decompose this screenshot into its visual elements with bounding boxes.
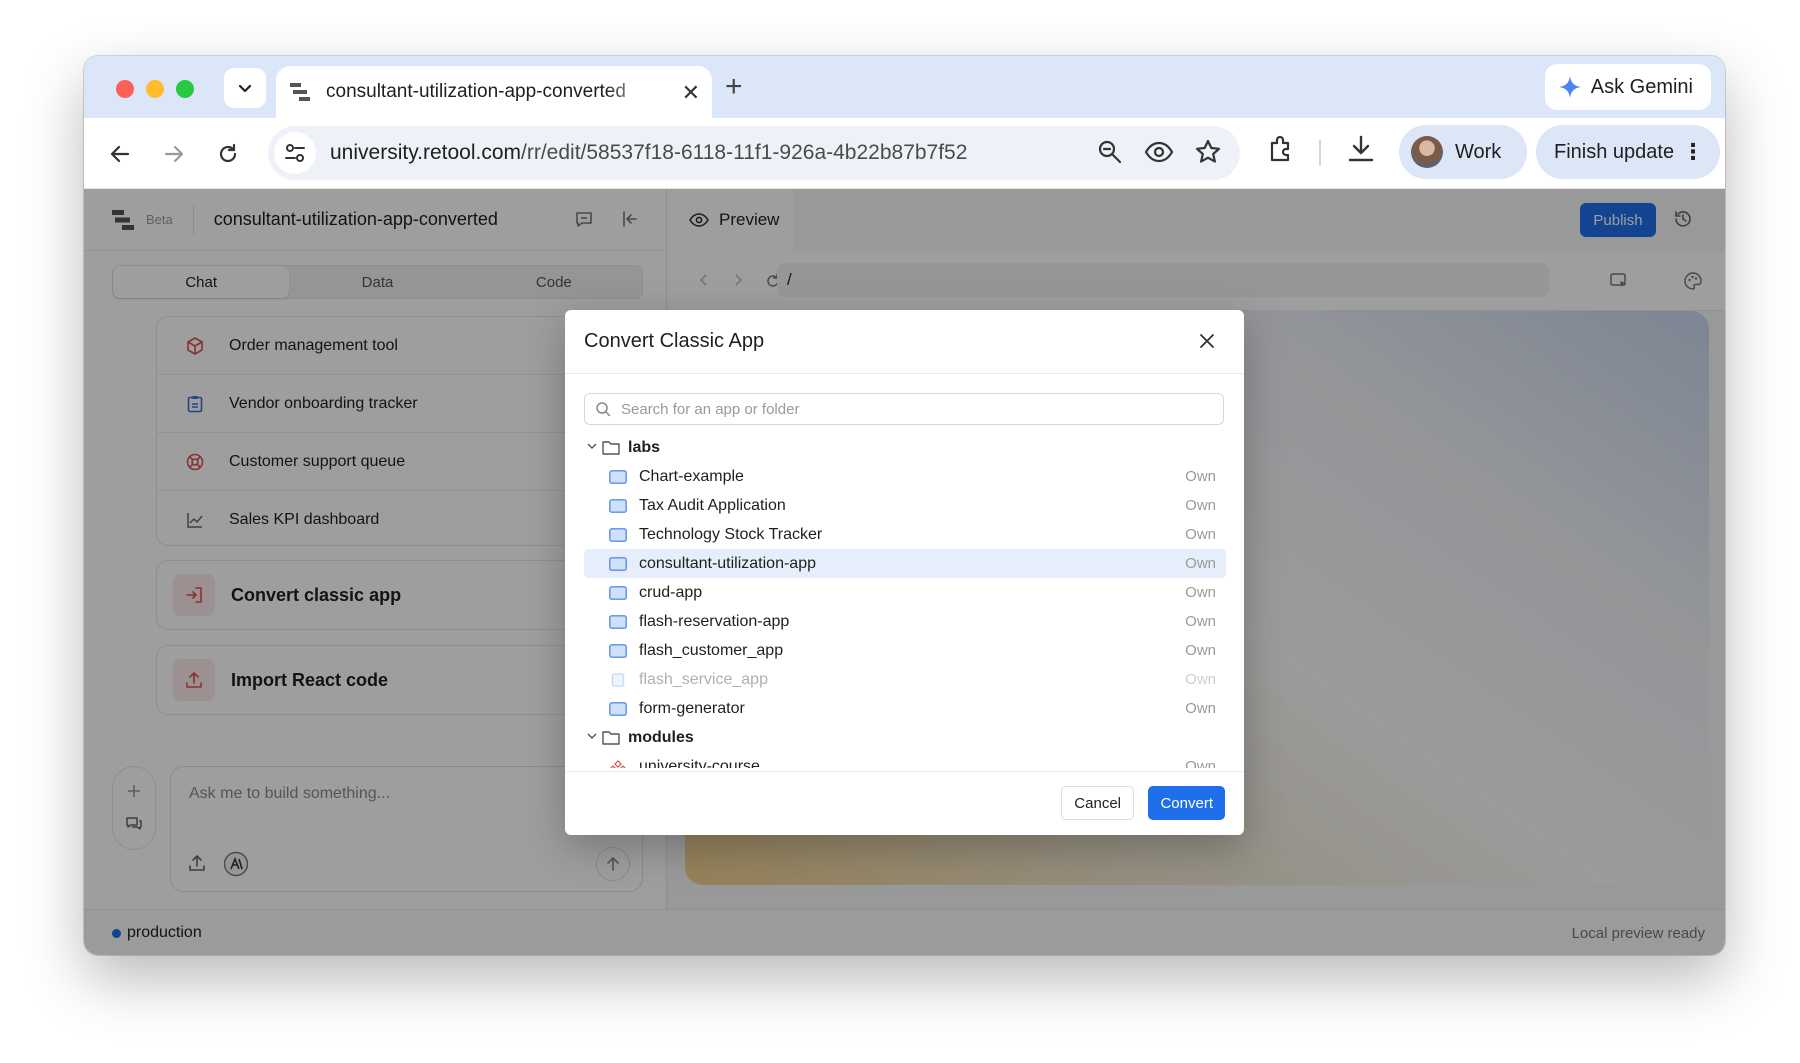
address-bar[interactable]: university.retool.com/rr/edit/58537f18-6… [268, 126, 1240, 180]
app-row-consultant-utilization-app[interactable]: consultant-utilization-app Own [584, 549, 1226, 578]
download-icon[interactable] [1346, 134, 1376, 164]
tab-strip: consultant-utilization-app-converted ✕ +… [84, 56, 1725, 118]
app-row-flash-service-app: flash_service_app Own [584, 665, 1226, 694]
app-row-university-course[interactable]: university-course Own [584, 752, 1226, 768]
avatar [1411, 136, 1443, 168]
ask-gemini-label: Ask Gemini [1590, 75, 1693, 98]
module-icon [609, 759, 627, 768]
app-row-flash-reservation-app[interactable]: flash-reservation-app Own [584, 607, 1226, 636]
gemini-sparkle-icon [1558, 76, 1581, 98]
ask-gemini-button[interactable]: Ask Gemini [1544, 64, 1711, 110]
permission-label: Own [1185, 758, 1216, 768]
folder-icon [602, 731, 620, 745]
back-button[interactable] [102, 136, 138, 172]
app-name: university-course [639, 757, 760, 769]
reload-icon [219, 143, 237, 163]
app-name: Technology Stock Tracker [639, 525, 823, 543]
permission-label: Own [1185, 526, 1216, 543]
minimize-window-button[interactable] [146, 80, 164, 98]
app-row-chart-example[interactable]: Chart-example Own [584, 462, 1226, 491]
app-icon [609, 585, 627, 600]
finish-update-button[interactable]: Finish update ⋮ [1536, 125, 1720, 179]
permission-label: Own [1185, 613, 1216, 630]
finish-update-label: Finish update [1554, 140, 1675, 163]
modal-footer: Cancel Convert [565, 771, 1244, 835]
app-name: Chart-example [639, 467, 744, 485]
app-row-flash-customer-app[interactable]: flash_customer_app Own [584, 636, 1226, 665]
folder-labs[interactable]: labs [584, 433, 1226, 462]
app-icon [609, 469, 627, 484]
url-path: /rr/edit/58537f18-6118-11f1-926a-4b22b87… [521, 141, 968, 164]
browser-tab[interactable]: consultant-utilization-app-converted ✕ [276, 66, 712, 118]
browser-toolbar: university.retool.com/rr/edit/58537f18-6… [84, 118, 1725, 189]
reload-button[interactable] [210, 136, 246, 172]
permission-label: Own [1185, 584, 1216, 601]
tab-search-button[interactable] [224, 68, 266, 108]
app-name: Tax Audit Application [639, 496, 786, 514]
app-name: form-generator [639, 699, 745, 717]
search-input[interactable] [621, 400, 1201, 418]
app-icon [609, 556, 627, 571]
app-row-crud-app[interactable]: crud-app Own [584, 578, 1226, 607]
app-row-tax-audit-application[interactable]: Tax Audit Application Own [584, 491, 1226, 520]
profile-label: Work [1455, 140, 1502, 163]
permission-label: Own [1185, 497, 1216, 514]
app-name: consultant-utilization-app [639, 554, 816, 572]
more-menu-icon[interactable]: ⋮ [1682, 139, 1704, 165]
new-tab-button[interactable]: + [725, 70, 743, 104]
maximize-window-button[interactable] [176, 80, 194, 98]
app-tree: labs Chart-example Own Tax Audit Applica… [584, 433, 1226, 768]
app-icon [609, 643, 627, 658]
permission-label: Own [1185, 642, 1216, 659]
modal-header: Convert Classic App [565, 310, 1244, 374]
cancel-button[interactable]: Cancel [1061, 786, 1134, 820]
arrow-right-icon [164, 145, 184, 163]
star-icon[interactable] [1194, 138, 1222, 166]
arrow-left-icon [110, 145, 130, 163]
search-icon [596, 402, 611, 417]
permission-label: Own [1185, 671, 1216, 688]
convert-classic-app-modal: Convert Classic App labs Chart-example O… [565, 310, 1244, 835]
chevron-down-icon [238, 84, 252, 93]
chevron-down-icon [584, 730, 600, 745]
folder-name: modules [628, 728, 694, 746]
app-icon [609, 527, 627, 542]
eye-icon[interactable] [1144, 138, 1174, 166]
tab-close-icon[interactable]: ✕ [682, 80, 700, 106]
retool-favicon-icon [290, 81, 312, 103]
profile-button[interactable]: Work [1399, 125, 1527, 179]
modal-title: Convert Classic App [584, 330, 765, 352]
url-text: university.retool.com/rr/edit/58537f18-6… [330, 141, 967, 165]
close-icon[interactable] [1196, 330, 1218, 352]
app-name: flash-reservation-app [639, 612, 790, 630]
search-box [584, 393, 1224, 425]
zoom-icon[interactable] [1096, 138, 1124, 166]
permission-label: Own [1185, 700, 1216, 717]
forward-button[interactable] [156, 136, 192, 172]
folder-name: labs [628, 438, 661, 456]
app-name: flash_service_app [639, 670, 768, 688]
close-window-button[interactable] [116, 80, 134, 98]
toolbar-divider [1319, 140, 1321, 166]
site-settings-icon[interactable] [274, 132, 316, 174]
app-icon [609, 701, 627, 716]
folder-modules[interactable]: modules [584, 723, 1226, 752]
tab-title: consultant-utilization-app-converted [326, 81, 626, 102]
app-row-technology-stock-tracker[interactable]: Technology Stock Tracker Own [584, 520, 1226, 549]
url-host: university.retool.com [330, 141, 522, 164]
app-name: flash_customer_app [639, 641, 784, 659]
convert-button[interactable]: Convert [1148, 786, 1225, 820]
app-icon [609, 498, 627, 513]
app-name: crud-app [639, 583, 703, 601]
permission-label: Own [1185, 555, 1216, 572]
app-row-form-generator[interactable]: form-generator Own [584, 694, 1226, 723]
app-icon [611, 672, 625, 687]
app-icon [609, 614, 627, 629]
extensions-icon[interactable] [1266, 134, 1296, 164]
folder-icon [602, 441, 620, 455]
chevron-down-icon [584, 440, 600, 455]
permission-label: Own [1185, 468, 1216, 485]
